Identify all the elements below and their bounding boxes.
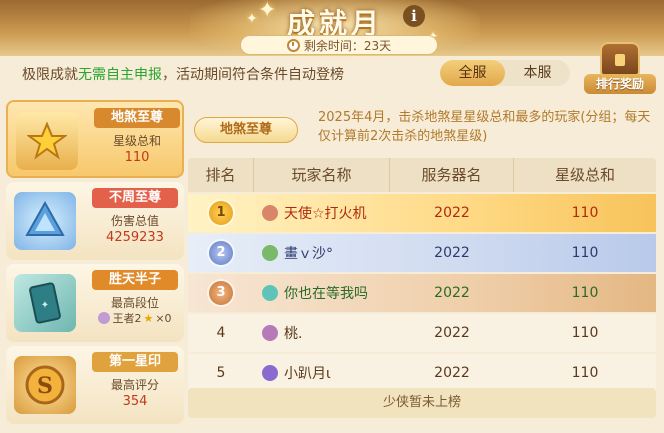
- rule-highlight: 无需自主申报: [78, 67, 162, 83]
- server-cell: 2022: [434, 285, 470, 301]
- category-metric: 星级总和: [112, 134, 161, 148]
- player-avatar-icon: [262, 245, 278, 261]
- header-star-total: 星级总和: [554, 166, 615, 184]
- stars-cell: 110: [571, 285, 599, 301]
- toggle-all-servers[interactable]: 全服: [440, 60, 505, 86]
- star-decoration-icon: ✦: [246, 11, 258, 27]
- clock-icon: [286, 38, 300, 52]
- seal-emblem-icon: S: [14, 356, 76, 414]
- player-avatar-icon: [262, 285, 278, 301]
- scroll-emblem-icon: ✦: [14, 274, 76, 332]
- category-value: 110: [124, 150, 150, 165]
- category-card-buzhou[interactable]: 不周至尊 伤害总值 4259233: [6, 182, 184, 260]
- rank-cell: 5: [216, 365, 226, 381]
- star-icon: ★: [143, 311, 154, 325]
- category-value: 354: [122, 394, 148, 409]
- player-cell: 小趴月ι: [254, 363, 390, 383]
- table-row[interactable]: 5 小趴月ι 2022 110: [188, 354, 656, 392]
- stars-cell: 110: [571, 245, 599, 261]
- rank-reward-label: 排行奖励: [584, 74, 656, 94]
- category-metric: 最高评分: [110, 378, 159, 392]
- header-player-name: 玩家名称: [254, 158, 390, 192]
- svg-text:S: S: [37, 373, 53, 399]
- remaining-time-text: 剩余时间：23天: [303, 38, 392, 53]
- not-ranked-footer: 少侠暂未上榜: [188, 388, 656, 418]
- server-cell: 2022: [434, 365, 470, 381]
- player-cell: 桃.: [254, 323, 390, 343]
- info-icon[interactable]: i: [403, 5, 425, 27]
- player-cell: 天使☆打火机: [254, 203, 390, 223]
- player-avatar-icon: [262, 325, 278, 341]
- player-cell: 你也在等我吗: [254, 283, 390, 303]
- stars-cell: 110: [571, 325, 599, 341]
- page-title: 成就月: [286, 7, 383, 40]
- table-row[interactable]: 1 天使☆打火机 2022 110: [188, 194, 656, 232]
- stars-cell: 110: [571, 205, 599, 221]
- category-description: 2025年4月，击杀地煞星星级总和最多的玩家(分组；每天仅计算前2次击杀的地煞星…: [318, 110, 651, 144]
- rank-cell: 4: [216, 325, 226, 341]
- silver-medal-icon: 2: [209, 241, 233, 265]
- gold-medal-icon: 1: [209, 201, 233, 225]
- svg-text:✦: ✦: [41, 300, 49, 311]
- event-rule-text: 极限成就无需自主申报，活动期间符合条件自动登榜: [22, 64, 344, 84]
- category-card-disha[interactable]: 地煞至尊 星级总和 110: [6, 100, 184, 178]
- tier-value: 王者2: [112, 312, 142, 325]
- server-cell: 2022: [434, 325, 470, 341]
- rank-cell: 2: [188, 241, 254, 265]
- player-name: 桃.: [284, 326, 303, 342]
- category-name: 不周至尊: [92, 188, 178, 208]
- category-name: 胜天半子: [92, 270, 178, 290]
- table-row[interactable]: 4 桃. 2022 110: [188, 314, 656, 352]
- table-row[interactable]: 2 畫ｖ沙° 2022 110: [188, 234, 656, 272]
- category-card-shengtian[interactable]: ✦ 胜天半子 最高段位 王者2 ★ ×0: [6, 264, 184, 342]
- server-cell: 2022: [434, 205, 470, 221]
- player-name: 小趴月ι: [284, 366, 331, 382]
- rank-cell: 1: [188, 201, 254, 225]
- player-name: 天使☆打火机: [284, 206, 367, 222]
- rank-cell: 3: [188, 281, 254, 305]
- player-cell: 畫ｖ沙°: [254, 243, 390, 263]
- rank-reward-button[interactable]: 排行奖励: [584, 40, 656, 96]
- category-name: 第一星印: [92, 352, 178, 372]
- server-cell: 2022: [434, 245, 470, 261]
- rule-prefix: 极限成就: [22, 67, 78, 83]
- header-rank: 排名: [188, 158, 254, 192]
- category-title-badge: 地煞至尊: [194, 117, 298, 143]
- header-server-name: 服务器名: [390, 158, 514, 192]
- stars-cell: 110: [571, 365, 599, 381]
- rule-suffix: ，活动期间符合条件自动登榜: [162, 67, 344, 83]
- category-metric: 伤害总值: [110, 214, 159, 228]
- remaining-time: 剩余时间：23天: [240, 35, 438, 55]
- player-avatar-icon: [262, 365, 278, 381]
- category-name: 地煞至尊: [94, 108, 180, 128]
- player-name: 畫ｖ沙°: [284, 246, 333, 262]
- table-row[interactable]: 3 你也在等我吗 2022 110: [188, 274, 656, 312]
- star-shield-icon: [16, 112, 78, 170]
- player-name: 你也在等我吗: [284, 286, 368, 302]
- rank-tier-badge: 王者2 ★ ×0: [92, 310, 178, 326]
- table-header: 排名 玩家名称 服务器名 星级总和: [188, 158, 656, 192]
- bronze-medal-icon: 3: [209, 281, 233, 305]
- tier-suffix: ×0: [155, 311, 172, 325]
- server-scope-toggle: 全服 本服: [440, 60, 570, 86]
- category-card-diyi[interactable]: S 第一星印 最高评分 354: [6, 346, 184, 424]
- category-value: 4259233: [106, 230, 164, 245]
- player-avatar-icon: [262, 205, 278, 221]
- toggle-this-server[interactable]: 本服: [505, 60, 570, 86]
- crystal-emblem-icon: [14, 192, 76, 250]
- tier-icon: [98, 312, 111, 324]
- category-metric: 最高段位: [110, 296, 159, 310]
- treasure-chest-icon: [600, 42, 640, 76]
